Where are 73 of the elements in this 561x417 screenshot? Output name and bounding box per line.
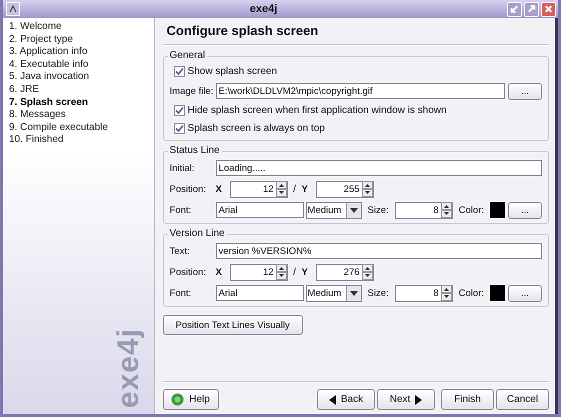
font-field[interactable]: Arial [216,285,304,301]
separator-label: / [292,266,297,278]
spinner-field[interactable]: 12 [230,180,288,198]
image-file-field[interactable]: E:\work\DLDLVM2\mpic\copyright.gif [216,83,505,99]
field-label: Image file: [170,86,214,96]
checkbox-label: Show splash screen [188,66,278,77]
field-label: Font: [170,288,192,298]
field-label: Color: [458,288,484,298]
spinner-field[interactable]: 8 [394,284,453,302]
page-title: Configure splash screen [166,22,320,40]
step-item: 4. Executable info [9,58,90,72]
step-item: 7. Splash screen [9,96,89,110]
spinner-field[interactable]: 8 [394,202,453,218]
spinner-arrows-icon [276,264,287,280]
step-item: 3. Application info [9,46,88,59]
field-label: Size: [368,204,389,216]
logo-text: exe4j [112,328,146,408]
caret-icon [350,208,358,212]
field-label: Initial: [170,162,196,174]
field-label: Position: [170,184,207,194]
step-item: 8. Messages [9,109,67,122]
right-triangle-icon [415,394,422,404]
axis-label: Y [302,266,309,278]
spinner-field[interactable]: 276 [316,264,374,280]
wizard-button[interactable]: Next [377,389,435,410]
step-item: 10. Finished [9,134,64,147]
wizard-button[interactable]: Cancel [496,389,549,410]
step-item: 1. Welcome [9,21,63,34]
dropdown[interactable]: Medium [306,202,362,218]
axis-label: X [216,184,223,194]
caret-icon [350,290,358,296]
step-item: 5. Java invocation [9,71,90,84]
left-triangle-icon [328,394,336,404]
spinner-arrows-icon [440,285,452,301]
color-swatch [490,202,505,218]
separator-label: / [292,184,297,194]
position-button[interactable]: Position Text Lines Visually [162,315,303,335]
spinner-arrows-icon [362,264,373,280]
spinner-field[interactable]: 255 [316,180,374,198]
app-icon [6,2,20,16]
text-field[interactable]: version %VERSION% [216,243,542,259]
checkbox[interactable] [174,66,185,77]
checkbox-label: Splash screen is always on top [188,123,325,134]
field-label: Color: [458,204,484,216]
wizard-button[interactable]: Finish [441,389,494,410]
spinner-field[interactable]: 12 [230,264,288,280]
window-title: exe4j [248,3,278,15]
font-field[interactable]: Arial [216,202,304,218]
spinner-arrows-icon [440,202,452,218]
field-label: Font: [170,204,192,216]
wizard-button[interactable]: Back [317,389,375,410]
help-button[interactable]: Help [162,389,219,410]
spinner-arrows-icon [362,181,373,197]
axis-label: X [216,266,223,278]
checkbox[interactable] [174,123,185,134]
text-field[interactable]: Loading..... [216,160,542,176]
checkbox-label: Hide splash screen when first application window is shown [188,105,447,116]
close-button[interactable] [541,2,556,16]
step-item: 6. JRE [9,84,40,97]
spinner-arrows-icon [276,181,287,197]
color-button[interactable]: ... [508,284,542,302]
step-item: 9. Compile executable [9,122,109,134]
checkbox[interactable] [174,105,185,116]
field-label: Text: [170,246,191,256]
browse-button[interactable]: ... [508,82,542,100]
color-swatch [490,285,505,301]
help-icon [171,393,184,406]
dropdown[interactable]: Medium [306,284,362,302]
field-label: Size: [368,288,389,298]
color-button[interactable]: ... [508,202,542,218]
axis-label: Y [302,184,309,194]
step-item: 2. Project type [9,34,74,46]
field-label: Position: [170,266,207,278]
